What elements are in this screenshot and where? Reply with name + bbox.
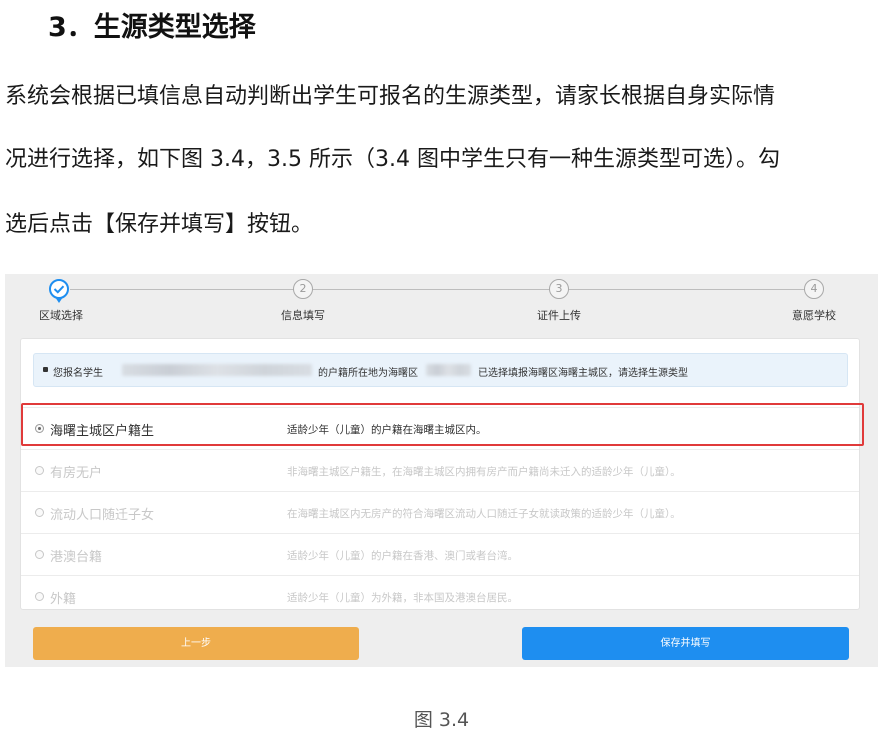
notice-text-1: 您报名学生	[53, 368, 103, 379]
red-highlight-box	[21, 403, 864, 446]
info-notice: 您报名学生 的户籍所在地为海曙区 已选择填报海曙区海曙主城区，请选择生源类型	[33, 353, 848, 387]
option-desc: 适龄少年（儿童）的户籍在香港、澳门或者台湾。	[287, 550, 518, 562]
step-connector-line	[70, 289, 814, 290]
radio-button[interactable]	[35, 592, 44, 601]
step-4-circle: 4	[804, 279, 824, 299]
option-row-waiji[interactable]: 外籍 适龄少年（儿童）为外籍，非本国及港澳台居民。	[21, 575, 859, 610]
step-1-label: 区域选择	[39, 309, 83, 322]
radio-button[interactable]	[35, 466, 44, 475]
paragraph-line-3: 选后点击【保存并填写】按钮。	[5, 212, 314, 237]
step-4-label: 意愿学校	[792, 309, 836, 322]
paragraph-line-1: 系统会根据已填信息自动判断出学生可报名的生源类型，请家长根据自身实际情	[5, 84, 776, 109]
section-heading: 3．生源类型选择	[48, 12, 256, 43]
redacted-student-name	[122, 364, 312, 376]
option-name: 外籍	[50, 592, 77, 607]
step-2-circle: 2	[293, 279, 313, 299]
radio-button[interactable]	[35, 508, 44, 517]
option-row-youfangwuhu[interactable]: 有房无户 非海曙主城区户籍生，在海曙主城区内拥有房产而户籍尚未迁入的适龄少年（儿…	[21, 449, 859, 491]
option-desc: 在海曙主城区内无房产的符合海曙区流动人口随迁子女就读政策的适龄少年（儿童）。	[287, 508, 681, 520]
step-3-label: 证件上传	[537, 309, 581, 322]
option-row-gangaotai[interactable]: 港澳台籍 适龄少年（儿童）的户籍在香港、澳门或者台湾。	[21, 533, 859, 575]
option-name: 流动人口随迁子女	[50, 508, 155, 523]
notice-text-2: 的户籍所在地为海曙区	[318, 368, 418, 379]
step-1-check-icon	[48, 279, 69, 303]
radio-button[interactable]	[35, 550, 44, 559]
option-desc: 非海曙主城区户籍生，在海曙主城区内拥有房产而户籍尚未迁入的适龄少年（儿童）。	[287, 466, 681, 478]
save-and-fill-button[interactable]: 保存并填写	[522, 627, 849, 660]
step-2-label: 信息填写	[281, 309, 325, 322]
option-row-liudong[interactable]: 流动人口随迁子女 在海曙主城区内无房产的符合海曙区流动人口随迁子女就读政策的适龄…	[21, 491, 859, 533]
source-type-card: 您报名学生 的户籍所在地为海曙区 已选择填报海曙区海曙主城区，请选择生源类型 海…	[20, 338, 860, 610]
prev-step-button[interactable]: 上一步	[33, 627, 359, 660]
redacted-district	[426, 364, 471, 376]
step-progress-bar: 区域选择 2 信息填写 3 证件上传 4 意愿学校	[5, 274, 878, 329]
screenshot-figure: 区域选择 2 信息填写 3 证件上传 4 意愿学校 您报名学生 的户籍所在地为海…	[5, 274, 878, 667]
option-name: 港澳台籍	[50, 550, 103, 565]
option-name: 有房无户	[50, 466, 103, 481]
step-3-circle: 3	[549, 279, 569, 299]
notice-text-3: 已选择填报海曙区海曙主城区，请选择生源类型	[478, 368, 688, 379]
bullet-icon	[43, 367, 48, 372]
figure-caption: 图 3.4	[413, 709, 470, 731]
paragraph-line-2: 况进行选择，如下图 3.4，3.5 所示（3.4 图中学生只有一种生源类型可选）…	[5, 147, 780, 172]
option-desc: 适龄少年（儿童）为外籍，非本国及港澳台居民。	[287, 592, 518, 604]
